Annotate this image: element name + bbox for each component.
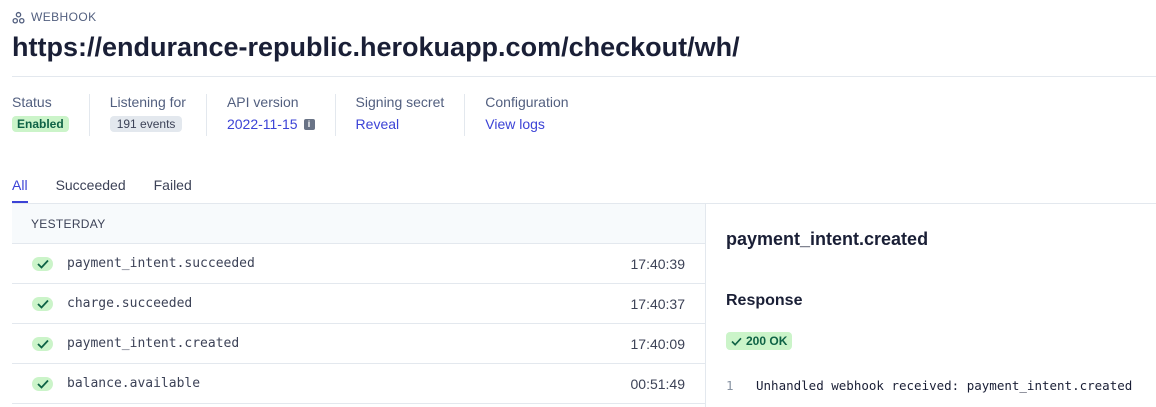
header-divider [12,76,1156,77]
webhook-icon [12,11,25,24]
response-heading: Response [726,292,803,309]
api-version-label: API version [226,94,299,110]
page-title: https://endurance-republic.herokuapp.com… [12,32,740,62]
tab-failed[interactable]: Failed [154,177,192,203]
event-name: payment_intent.succeeded [67,256,255,271]
meta-status: Status Enabled [12,94,90,136]
line-number: 1 [726,378,734,393]
tab-all[interactable]: All [12,177,28,203]
meta-listening: Listening for 191 events [109,94,207,136]
event-tabs: All Succeeded Failed [12,177,192,203]
response-status-text: 200 OK [746,334,788,348]
check-icon [32,336,53,351]
configuration-label: Configuration [485,94,569,110]
reveal-secret-link[interactable]: Reveal [356,116,400,132]
event-time: 00:51:49 [630,375,686,392]
tab-succeeded[interactable]: Succeeded [56,177,126,203]
response-status-badge: 200 OK [726,332,793,350]
event-row[interactable]: payment_intent.created 17:40:09 [12,324,705,364]
response-body: 1 Unhandled webhook received: payment_in… [726,378,1132,393]
eyebrow-label: WEBHOOK [31,10,97,24]
api-version-link[interactable]: 2022-11-15 [227,116,298,132]
meta-api-version: API version 2022-11-15 i [227,94,336,136]
event-detail-title: payment_intent.created [726,229,929,249]
signing-secret-label: Signing secret [355,94,445,110]
check-icon [32,296,53,311]
info-icon[interactable]: i [303,118,315,130]
event-time: 17:40:09 [630,335,686,352]
events-count-badge[interactable]: 191 events [109,116,183,132]
check-icon [32,376,53,391]
event-list: YESTERDAY payment_intent.succeeded 17:40… [12,204,706,407]
status-label: Status [12,94,52,110]
event-group-header: YESTERDAY [12,204,705,244]
check-icon [731,337,742,346]
event-detail-panel: payment_intent.created Response 200 OK 1… [726,204,1156,407]
meta-configuration: Configuration View logs [485,94,588,136]
webhook-eyebrow: WEBHOOK [12,10,96,24]
event-row[interactable]: charge.succeeded 17:40:37 [12,284,705,324]
view-logs-link[interactable]: View logs [485,116,545,132]
status-badge: Enabled [12,116,69,132]
meta-bar: Status Enabled Listening for 191 events … [12,94,609,136]
event-name: charge.succeeded [67,296,193,311]
event-time: 17:40:39 [630,255,686,272]
listening-label: Listening for [109,94,186,110]
event-time: 17:40:37 [630,295,686,312]
event-row[interactable]: payment_intent.succeeded 17:40:39 [12,244,705,284]
check-icon [32,256,53,271]
event-name: balance.available [67,376,201,391]
meta-signing-secret: Signing secret Reveal [356,94,466,136]
response-body-text: Unhandled webhook received: payment_inte… [756,378,1133,393]
event-row[interactable]: balance.available 00:51:49 [12,364,705,404]
event-name: payment_intent.created [67,336,240,351]
